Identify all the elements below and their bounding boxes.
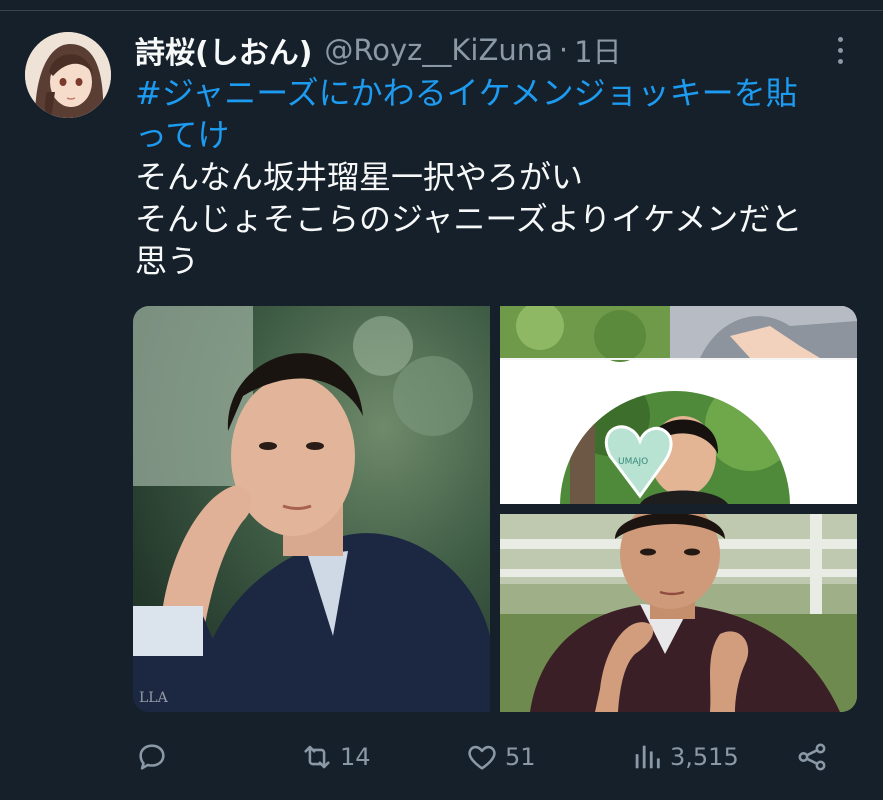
retweet-button[interactable]: 14 xyxy=(300,735,371,779)
share-button[interactable] xyxy=(795,735,829,779)
tweet-card[interactable]: 詩桜(しおん) @Royz__KiZuna · 1日 #ジャニーズにかわるイケメ… xyxy=(0,0,883,800)
user-handle[interactable]: @Royz__KiZuna xyxy=(324,33,552,67)
avatar[interactable] xyxy=(25,32,111,118)
retweet-icon xyxy=(300,740,334,774)
photo-umajo-sign[interactable]: UMAJO xyxy=(500,306,857,504)
views-chart-icon xyxy=(630,740,664,774)
hashtag-link-continued[interactable]: ってけ xyxy=(135,114,865,156)
more-dot-icon xyxy=(837,36,843,42)
body-line: 思う xyxy=(135,242,200,280)
timestamp[interactable]: 1日 xyxy=(574,29,621,71)
photo-portrait-suit[interactable]: LLA xyxy=(133,306,490,712)
display-name[interactable]: 詩桜(しおん) xyxy=(135,28,312,72)
hashtag-link[interactable]: #ジャニーズにかわるイケメンジョッキーを貼 xyxy=(135,72,865,114)
heart-icon xyxy=(465,740,499,774)
tweet-actions: 14 51 3,515 xyxy=(135,735,835,779)
retweet-count: 14 xyxy=(340,743,371,771)
media-grid: LLA UMAJO xyxy=(133,306,857,712)
reply-button[interactable] xyxy=(135,735,169,779)
photo-watermark: LLA xyxy=(139,690,169,706)
like-button[interactable]: 51 xyxy=(465,735,536,779)
share-icon xyxy=(795,740,829,774)
body-line: そんじょそこらのジャニーズよりイケメンだと xyxy=(135,200,803,238)
views-button[interactable]: 3,515 xyxy=(630,735,739,779)
separator-dot: · xyxy=(558,33,569,67)
more-dot-icon xyxy=(837,47,843,53)
more-dot-icon xyxy=(837,58,843,64)
photo-jockey-silks[interactable] xyxy=(500,514,857,712)
views-count: 3,515 xyxy=(670,743,739,771)
reply-icon xyxy=(135,740,169,774)
tweet-text: #ジャニーズにかわるイケメンジョッキーを貼 ってけ そんなん坂井瑠星一択やろがい… xyxy=(135,72,865,282)
tweet-header: 詩桜(しおん) @Royz__KiZuna · 1日 xyxy=(135,28,622,72)
like-count: 51 xyxy=(505,743,536,771)
more-options-button[interactable] xyxy=(826,30,854,70)
photo-badge-text: UMAJO xyxy=(618,457,648,467)
body-line: そんなん坂井瑠星一択やろがい xyxy=(135,158,584,196)
